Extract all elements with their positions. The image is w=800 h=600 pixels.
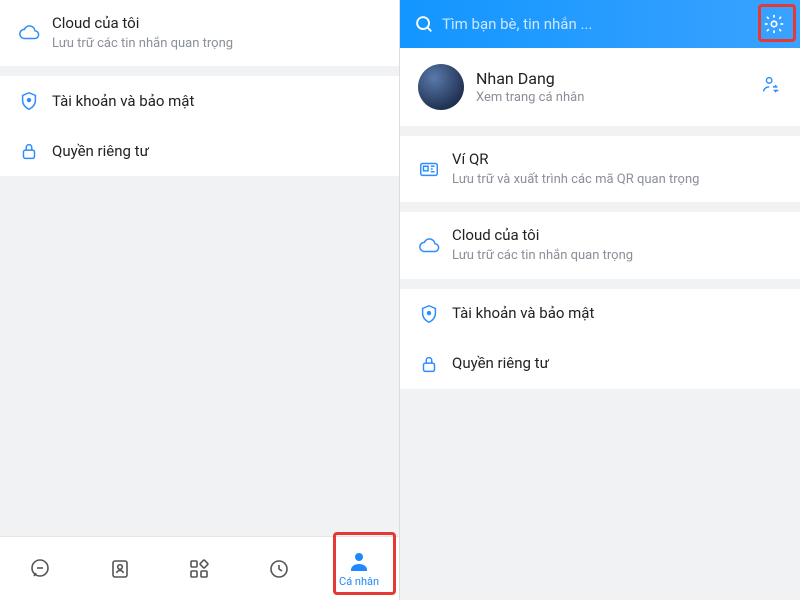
- spacer: [400, 389, 800, 600]
- row-text: Tài khoản và bảo mật: [52, 92, 381, 112]
- row-title: Tài khoản và bảo mật: [52, 92, 381, 112]
- row-privacy[interactable]: Quyền riêng tư: [0, 126, 399, 176]
- nav-personal-label: Cá nhân: [339, 575, 379, 588]
- profile-subtitle: Xem trang cá nhân: [476, 90, 760, 105]
- search-input[interactable]: Tìm bạn bè, tin nhắn ...: [438, 15, 758, 33]
- lock-icon: [418, 353, 452, 375]
- left-screen: Cloud của tôi Lưu trữ các tin nhắn quan …: [0, 0, 400, 600]
- row-text: Cloud của tôi Lưu trữ các tin nhắn quan …: [452, 226, 782, 264]
- row-title: Quyền riêng tư: [52, 142, 381, 162]
- row-subtitle: Lưu trữ các tin nhắn quan trọng: [52, 36, 381, 53]
- profile-text: Nhan Dang Xem trang cá nhân: [476, 69, 760, 105]
- row-security[interactable]: Tài khoản và bảo mật: [0, 76, 399, 126]
- row-title: Cloud của tôi: [452, 226, 782, 246]
- section-divider: [400, 202, 800, 212]
- swap-user-icon[interactable]: [760, 74, 782, 100]
- cloud-icon: [18, 22, 52, 44]
- row-cloud[interactable]: Cloud của tôi Lưu trữ các tin nhắn quan …: [400, 212, 800, 278]
- avatar: [418, 64, 464, 110]
- nav-contacts[interactable]: [80, 537, 160, 600]
- search-icon[interactable]: [410, 13, 438, 35]
- row-text: Ví QR Lưu trữ và xuất trình các mã QR qu…: [452, 150, 782, 188]
- section-divider: [400, 126, 800, 136]
- section-divider: [0, 66, 399, 76]
- shield-icon: [418, 303, 452, 325]
- row-text: Tài khoản và bảo mật: [452, 304, 782, 324]
- row-qr-wallet[interactable]: Ví QR Lưu trữ và xuất trình các mã QR qu…: [400, 136, 800, 202]
- row-privacy[interactable]: Quyền riêng tư: [400, 339, 800, 389]
- row-text: Quyền riêng tư: [52, 142, 381, 162]
- row-title: Tài khoản và bảo mật: [452, 304, 782, 324]
- profile-name: Nhan Dang: [476, 69, 760, 88]
- row-title: Quyền riêng tư: [452, 354, 782, 374]
- row-subtitle: Lưu trữ và xuất trình các mã QR quan trọ…: [452, 172, 782, 189]
- nav-discover[interactable]: [160, 537, 240, 600]
- spacer: [0, 176, 399, 536]
- qr-wallet-icon: [418, 158, 452, 180]
- right-screen: Tìm bạn bè, tin nhắn ... Nhan Dang Xem t…: [400, 0, 800, 600]
- profile-row[interactable]: Nhan Dang Xem trang cá nhân: [400, 48, 800, 126]
- nav-messages[interactable]: [0, 537, 80, 600]
- section-divider: [400, 279, 800, 289]
- nav-timeline[interactable]: [239, 537, 319, 600]
- row-subtitle: Lưu trữ các tin nhắn quan trọng: [452, 248, 782, 265]
- row-title: Cloud của tôi: [52, 14, 381, 34]
- nav-personal[interactable]: Cá nhân: [319, 537, 399, 600]
- bottom-nav: Cá nhân: [0, 536, 399, 600]
- row-security[interactable]: Tài khoản và bảo mật: [400, 289, 800, 339]
- row-title: Ví QR: [452, 150, 782, 170]
- row-text: Quyền riêng tư: [452, 354, 782, 374]
- row-cloud[interactable]: Cloud của tôi Lưu trữ các tin nhắn quan …: [0, 0, 399, 66]
- header: Tìm bạn bè, tin nhắn ...: [400, 0, 800, 48]
- shield-icon: [18, 90, 52, 112]
- settings-button[interactable]: [758, 8, 790, 40]
- row-text: Cloud của tôi Lưu trữ các tin nhắn quan …: [52, 14, 381, 52]
- cloud-icon: [418, 235, 452, 257]
- lock-icon: [18, 140, 52, 162]
- right-body: Nhan Dang Xem trang cá nhân Ví QR Lưu tr…: [400, 48, 800, 600]
